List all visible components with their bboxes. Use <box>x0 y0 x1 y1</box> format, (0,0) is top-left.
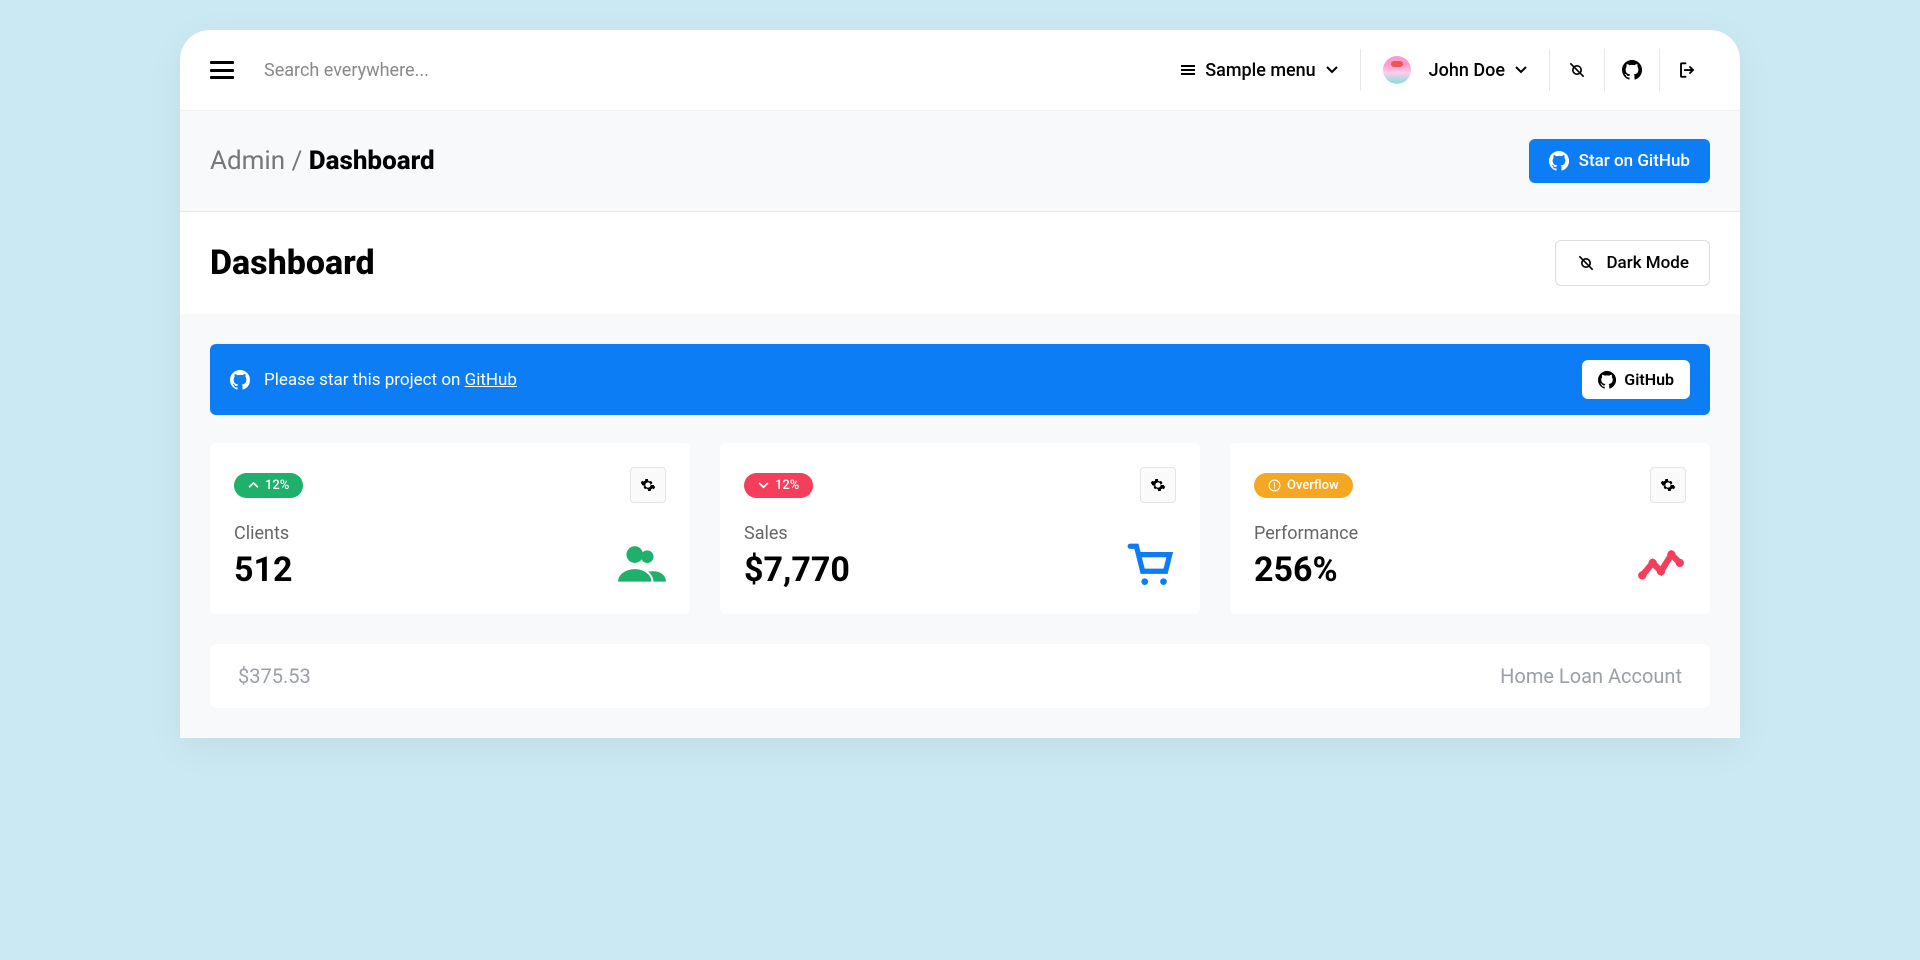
github-icon <box>1549 151 1569 171</box>
page-header: Admin / Dashboard Star on GitHub <box>180 111 1740 212</box>
sample-menu-label: Sample menu <box>1205 60 1315 81</box>
table-amount: $375.53 <box>238 664 311 688</box>
dark-mode-button[interactable]: Dark Mode <box>1555 240 1710 286</box>
card-performance: Overflow Performance 256% <box>1230 443 1710 614</box>
breadcrumb-parent[interactable]: Admin <box>210 146 285 176</box>
card-settings-button[interactable] <box>1140 467 1176 503</box>
topbar: Sample menu John Doe <box>180 30 1740 111</box>
divider <box>1604 49 1605 91</box>
list-icon <box>1181 65 1195 75</box>
transactions-table: $375.53 Home Loan Account <box>210 644 1710 708</box>
banner-button-label: GitHub <box>1624 370 1674 389</box>
search-input[interactable] <box>264 60 1163 81</box>
banner-github-button[interactable]: GitHub <box>1582 360 1690 399</box>
page-title: Dashboard <box>210 243 375 283</box>
app-window: Sample menu John Doe Admin / Dashboard <box>180 30 1740 738</box>
github-link[interactable] <box>1609 60 1655 80</box>
card-value: 256% <box>1254 550 1358 590</box>
breadcrumb: Admin / Dashboard <box>210 146 435 176</box>
trend-badge-up: 12% <box>234 473 303 498</box>
card-label: Sales <box>744 523 850 544</box>
banner-link[interactable]: GitHub <box>465 370 517 390</box>
theme-toggle-button[interactable] <box>1554 60 1600 80</box>
banner-text: Please star this project on GitHub <box>264 370 517 390</box>
card-settings-button[interactable] <box>630 467 666 503</box>
github-icon <box>1598 371 1616 389</box>
table-account: Home Loan Account <box>1500 664 1682 688</box>
card-label: Performance <box>1254 523 1358 544</box>
star-github-button[interactable]: Star on GitHub <box>1529 139 1710 183</box>
alert-icon <box>1268 479 1281 492</box>
github-banner: Please star this project on GitHub GitHu… <box>210 344 1710 415</box>
stat-cards: 12% Clients 512 <box>210 443 1710 614</box>
theme-icon <box>1576 253 1596 273</box>
title-row: Dashboard Dark Mode <box>180 212 1740 314</box>
menu-toggle-icon[interactable] <box>210 61 234 79</box>
logout-icon <box>1678 61 1696 79</box>
content: Please star this project on GitHub GitHu… <box>180 314 1740 738</box>
fade-overlay <box>180 840 1740 960</box>
breadcrumb-current: Dashboard <box>309 146 435 176</box>
users-icon <box>616 540 666 590</box>
card-label: Clients <box>234 523 293 544</box>
gear-icon <box>640 477 656 493</box>
divider <box>1360 49 1361 91</box>
theme-icon <box>1567 60 1587 80</box>
sample-menu-dropdown[interactable]: Sample menu <box>1163 52 1355 89</box>
chevron-up-icon <box>248 482 259 489</box>
card-sales: 12% Sales $7,770 <box>720 443 1200 614</box>
card-value: 512 <box>234 550 293 590</box>
card-settings-button[interactable] <box>1650 467 1686 503</box>
divider <box>1659 49 1660 91</box>
chevron-down-icon <box>1515 66 1527 74</box>
gear-icon <box>1150 477 1166 493</box>
alert-badge: Overflow <box>1254 473 1353 498</box>
chevron-down-icon <box>1326 66 1338 74</box>
logout-button[interactable] <box>1664 61 1710 79</box>
cart-icon <box>1126 540 1176 590</box>
gear-icon <box>1660 477 1676 493</box>
trend-badge-down: 12% <box>744 473 813 498</box>
star-github-label: Star on GitHub <box>1579 151 1690 171</box>
github-icon <box>1622 60 1642 80</box>
chevron-down-icon <box>758 482 769 489</box>
user-menu[interactable]: John Doe <box>1365 48 1545 92</box>
github-icon <box>230 370 250 390</box>
avatar <box>1383 56 1411 84</box>
card-clients: 12% Clients 512 <box>210 443 690 614</box>
user-name-label: John Doe <box>1429 60 1505 81</box>
dark-mode-label: Dark Mode <box>1606 253 1689 273</box>
breadcrumb-separator: / <box>292 146 303 176</box>
divider <box>1549 49 1550 91</box>
chart-line-icon <box>1636 540 1686 590</box>
card-value: $7,770 <box>744 550 850 590</box>
